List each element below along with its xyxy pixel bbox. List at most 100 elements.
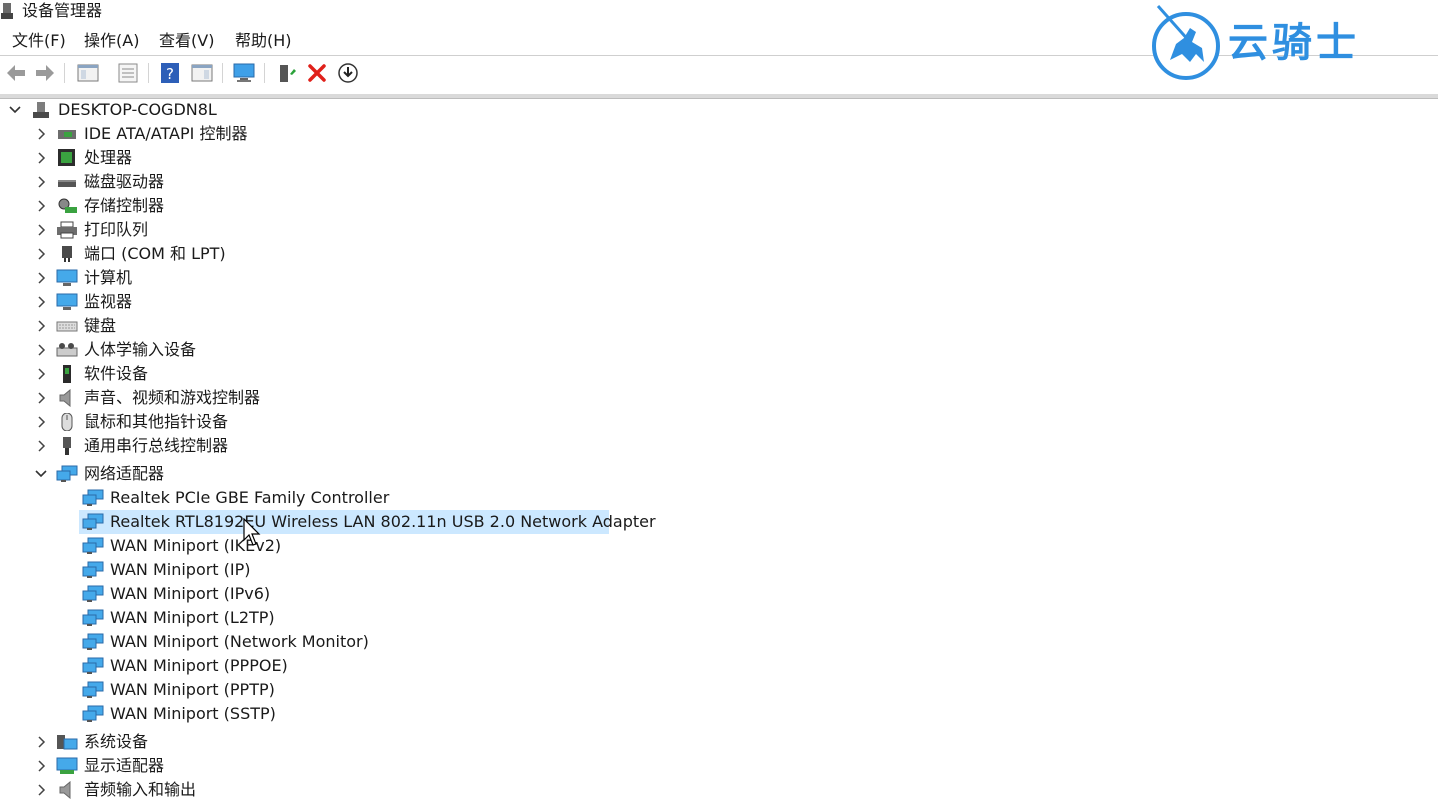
category-label: 磁盘驱动器 (84, 172, 165, 191)
network-device-label: WAN Miniport (IPv6) (110, 584, 271, 603)
network-adapter-icon (82, 513, 104, 530)
chevron-right-icon[interactable] (34, 414, 48, 430)
category-monitor[interactable]: 监视器 (0, 290, 1438, 314)
chevron-right-icon[interactable] (34, 270, 48, 286)
category-usb[interactable]: 通用串行总线控制器 (0, 434, 1438, 458)
chevron-right-icon[interactable] (34, 734, 48, 750)
menu-bar: 文件(F) 操作(A) 查看(V) 帮助(H) (0, 28, 1150, 54)
category-disk[interactable]: 磁盘驱动器 (0, 170, 1438, 194)
network-adapter-icon (82, 609, 104, 626)
category-printer[interactable]: 打印队列 (0, 218, 1438, 242)
category-audio-io[interactable]: 音频输入和输出 (0, 778, 1438, 802)
network-adapter-icon (82, 633, 104, 650)
category-network[interactable]: 网络适配器 (0, 462, 1438, 486)
network-adapter-icon (82, 489, 104, 506)
uninstall-button[interactable] (305, 61, 329, 85)
category-storage[interactable]: 存储控制器 (0, 194, 1438, 218)
chevron-right-icon[interactable] (34, 174, 48, 190)
chevron-right-icon[interactable] (34, 438, 48, 454)
chevron-right-icon[interactable] (34, 126, 48, 142)
network-device-row[interactable]: WAN Miniport (IPv6) (0, 582, 1438, 606)
network-device-row[interactable]: WAN Miniport (SSTP) (0, 702, 1438, 726)
chevron-right-icon[interactable] (34, 782, 48, 798)
category-computer[interactable]: 计算机 (0, 266, 1438, 290)
chevron-right-icon[interactable] (34, 246, 48, 262)
forward-icon (36, 65, 54, 81)
category-label: 网络适配器 (84, 464, 165, 483)
desktop-icon (33, 102, 49, 118)
chevron-down-icon[interactable] (34, 466, 48, 482)
network-icon (56, 465, 78, 482)
network-adapter-icon (82, 537, 104, 554)
network-device-row[interactable]: WAN Miniport (IP) (0, 558, 1438, 582)
chevron-right-icon[interactable] (34, 342, 48, 358)
network-device-row[interactable]: Realtek PCIe GBE Family Controller (0, 486, 1438, 510)
processor-icon (58, 149, 75, 166)
category-label: 打印队列 (84, 220, 149, 239)
category-label: IDE ATA/ATAPI 控制器 (84, 124, 248, 143)
category-label: 声音、视频和游戏控制器 (84, 388, 261, 407)
category-ide[interactable]: IDE ATA/ATAPI 控制器 (0, 122, 1438, 146)
chevron-right-icon[interactable] (34, 150, 48, 166)
network-device-label: WAN Miniport (SSTP) (110, 704, 276, 723)
category-display[interactable]: 显示适配器 (0, 754, 1438, 778)
network-device-row[interactable]: WAN Miniport (Network Monitor) (0, 630, 1438, 654)
network-adapter-icon (82, 561, 104, 578)
watermark-text: 云骑士 (1228, 20, 1360, 66)
network-device-row[interactable]: WAN Miniport (PPTP) (0, 678, 1438, 702)
network-device-row[interactable]: WAN Miniport (IKEv2) (0, 534, 1438, 558)
properties-button[interactable] (116, 61, 140, 85)
toolbar-separator (148, 63, 149, 83)
mouse-icon (61, 413, 73, 431)
update-driver-icon (280, 65, 296, 82)
chevron-right-icon[interactable] (34, 390, 48, 406)
network-device-label: Realtek PCIe GBE Family Controller (110, 488, 390, 507)
menu-file[interactable]: 文件(F) (8, 28, 70, 54)
tree-root[interactable]: DESKTOP-COGDN8L (0, 98, 1438, 122)
network-adapter-icon (82, 585, 104, 602)
port-icon (62, 246, 72, 262)
forward-button[interactable] (33, 61, 57, 85)
chevron-down-icon[interactable] (8, 102, 22, 118)
update-driver-button[interactable] (274, 61, 298, 85)
download-button[interactable] (336, 61, 360, 85)
uninstall-icon (308, 64, 326, 82)
back-button[interactable] (4, 61, 28, 85)
chevron-right-icon[interactable] (34, 198, 48, 214)
category-label: 存储控制器 (84, 196, 165, 215)
software-device-icon (63, 365, 71, 383)
chevron-right-icon[interactable] (34, 222, 48, 238)
chevron-right-icon[interactable] (34, 294, 48, 310)
category-mouse[interactable]: 鼠标和其他指针设备 (0, 410, 1438, 434)
category-keyboard[interactable]: 键盘 (0, 314, 1438, 338)
category-sound[interactable]: 声音、视频和游戏控制器 (0, 386, 1438, 410)
back-icon (7, 65, 25, 81)
category-label: 人体学输入设备 (84, 340, 197, 359)
category-label: 监视器 (84, 292, 133, 311)
chevron-right-icon[interactable] (34, 318, 48, 334)
mouse-cursor-icon (243, 518, 261, 546)
network-device-label: WAN Miniport (PPPOE) (110, 656, 288, 675)
network-device-row[interactable]: WAN Miniport (L2TP) (0, 606, 1438, 630)
chevron-right-icon[interactable] (34, 366, 48, 382)
menu-help[interactable]: 帮助(H) (231, 28, 296, 54)
show-hide-tree-button[interactable] (76, 61, 100, 85)
keyboard-icon (56, 321, 78, 332)
category-processor[interactable]: 处理器 (0, 146, 1438, 170)
category-label: 计算机 (84, 268, 133, 287)
device-tree[interactable]: DESKTOP-COGDN8L IDE ATA/ATAPI 控制器 处理器 磁盘… (0, 98, 1438, 807)
category-label: 端口 (COM 和 LPT) (84, 244, 226, 263)
chevron-right-icon[interactable] (34, 758, 48, 774)
scan-hardware-button[interactable] (232, 61, 256, 85)
category-hid[interactable]: 人体学输入设备 (0, 338, 1438, 362)
category-system[interactable]: 系统设备 (0, 730, 1438, 754)
category-ports[interactable]: 端口 (COM 和 LPT) (0, 242, 1438, 266)
show-hide-tree-icon (77, 64, 99, 82)
network-device-row-selected[interactable]: Realtek RTL8192EU Wireless LAN 802.11n U… (0, 510, 1438, 534)
category-software[interactable]: 软件设备 (0, 362, 1438, 386)
action-pane-button[interactable] (190, 61, 214, 85)
network-device-row[interactable]: WAN Miniport (PPPOE) (0, 654, 1438, 678)
menu-view[interactable]: 查看(V) (155, 28, 218, 54)
menu-action[interactable]: 操作(A) (80, 28, 143, 54)
help-button[interactable]: ? (158, 61, 182, 85)
